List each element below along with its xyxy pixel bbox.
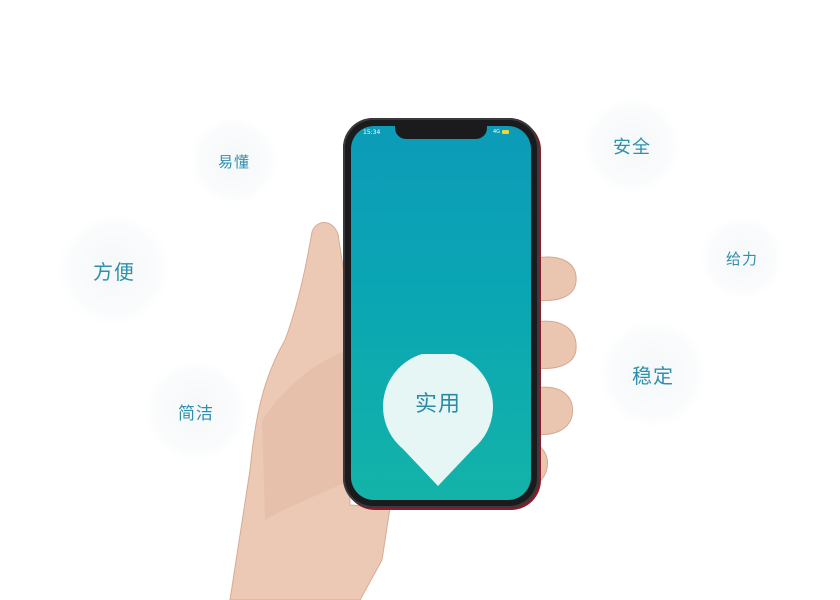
status-network: 4G: [493, 129, 501, 135]
location-pin-icon: [383, 354, 493, 486]
center-label: 实用: [414, 392, 461, 417]
status-time: 15:34: [363, 129, 381, 136]
hand-finger-2: [535, 320, 577, 369]
hand-finger-1: [535, 256, 577, 301]
status-indicators: 4G: [493, 129, 510, 135]
phone-notch: [395, 126, 487, 139]
hand-finger-3: [535, 386, 574, 435]
battery-icon: [502, 129, 510, 134]
